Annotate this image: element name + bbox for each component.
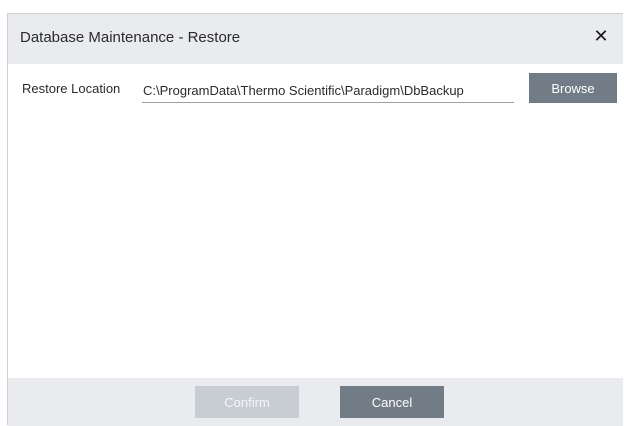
dialog-title: Database Maintenance - Restore xyxy=(20,29,241,46)
confirm-button[interactable]: Confirm xyxy=(195,386,299,418)
cancel-button[interactable]: Cancel xyxy=(340,386,444,418)
restore-location-label: Restore Location xyxy=(22,81,121,96)
browse-button[interactable]: Browse xyxy=(529,73,617,103)
dialog-titlebar: Database Maintenance - Restore ✕ xyxy=(8,14,623,64)
restore-location-row: Restore Location Browse xyxy=(22,73,622,103)
dialog-footer: Confirm Cancel xyxy=(8,378,623,426)
restore-location-field[interactable] xyxy=(142,77,514,103)
close-icon[interactable]: ✕ xyxy=(589,24,613,48)
restore-dialog: Database Maintenance - Restore ✕ Restore… xyxy=(7,13,623,426)
